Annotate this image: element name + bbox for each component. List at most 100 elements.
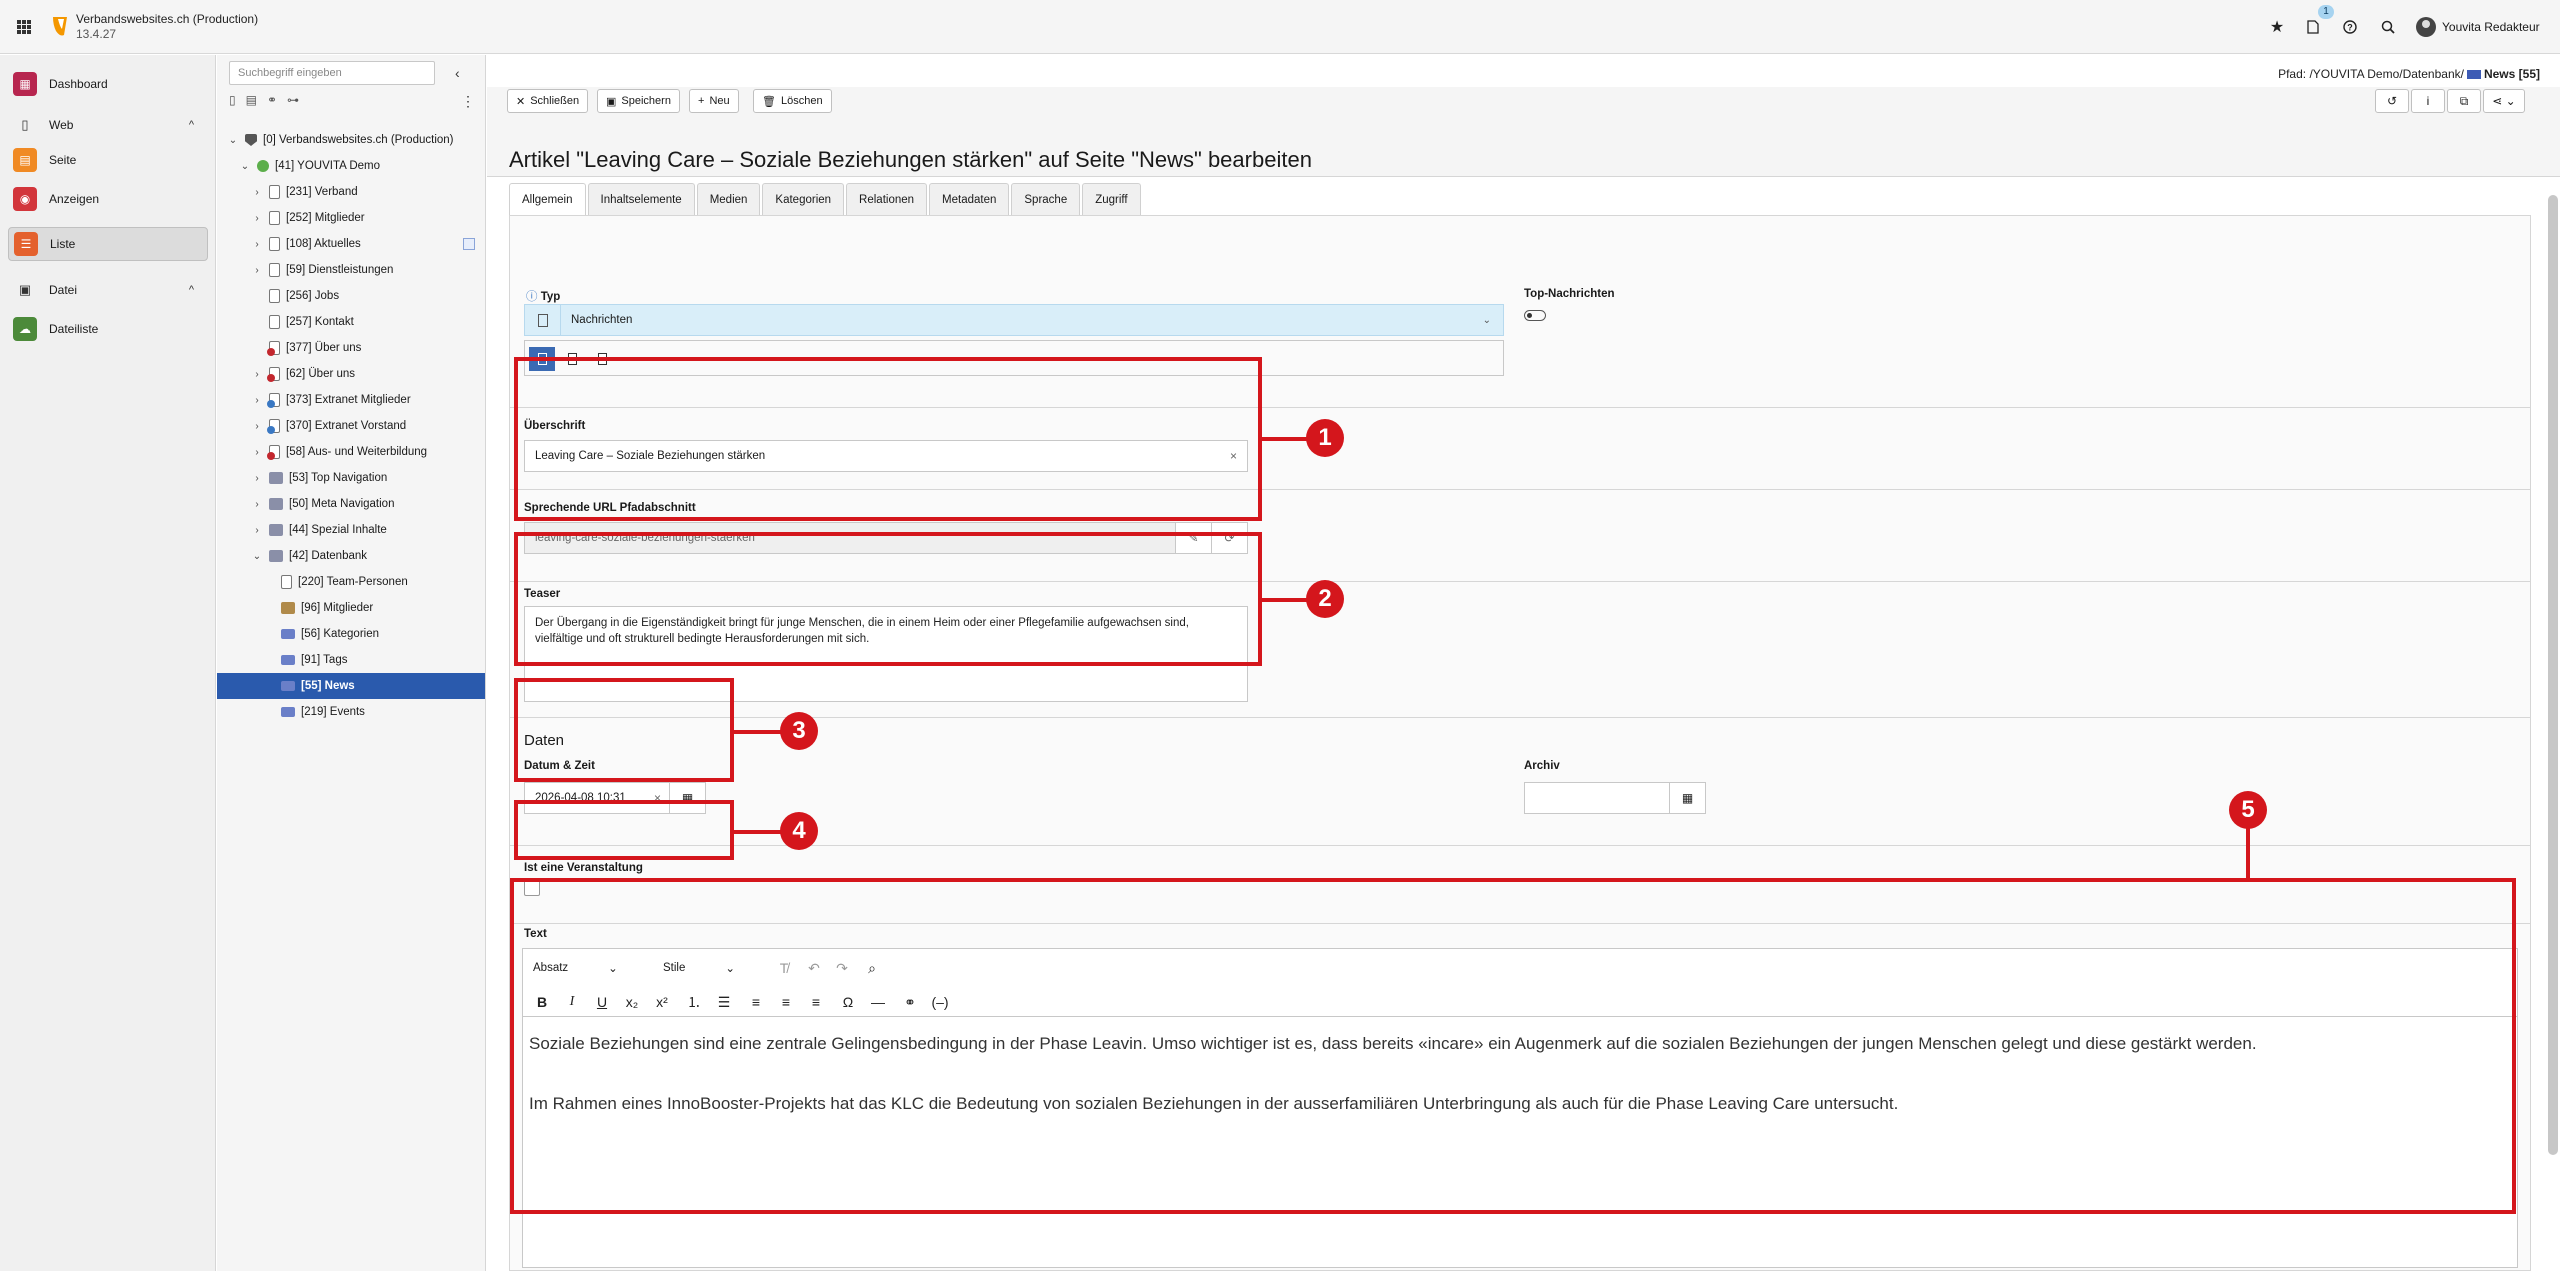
top-news-toggle[interactable] <box>1524 310 1546 321</box>
tree-node[interactable]: › [370] Extranet Vorstand <box>217 413 485 439</box>
module-group-datei[interactable]: ▣ Datei ^ <box>8 275 208 305</box>
tree-menu-icon[interactable]: ⋮ <box>461 93 475 110</box>
new-button[interactable]: + Neu <box>689 89 739 113</box>
tree-node[interactable]: ⌄ [0] Verbandswebsites.ch (Production) <box>217 127 485 153</box>
info-circle-icon: ⓘ <box>526 291 538 303</box>
module-label: Liste <box>50 237 76 251</box>
info-icon[interactable]: i <box>2411 89 2445 113</box>
calendar-icon[interactable]: ▦ <box>1669 783 1705 813</box>
tree-node-selected[interactable]: [55] News <box>217 673 485 699</box>
tree-search-input[interactable]: Suchbegriff eingeben <box>229 61 435 85</box>
module-anzeigen[interactable]: ◉ Anzeigen <box>8 182 208 216</box>
svg-text:?: ? <box>2347 23 2353 33</box>
save-button[interactable]: ▣ Speichern <box>597 89 680 113</box>
annotation-badge-5: 5 <box>2229 791 2267 829</box>
tab-zugriff[interactable]: Zugriff <box>1082 183 1141 215</box>
page-tree: Suchbegriff eingeben ‹ ▯ ▤ ⚭ ⊶ ⋮ ⌄ [0] Ve… <box>217 55 486 1271</box>
scrollbar[interactable] <box>2548 195 2558 1155</box>
annotation-box-4 <box>514 800 734 860</box>
annotation-box-2 <box>514 532 1262 666</box>
trash-icon: 🗑 <box>762 95 776 108</box>
tab-sprache[interactable]: Sprache <box>1011 183 1081 215</box>
tree-node[interactable]: › [373] Extranet Mitglieder <box>217 387 485 413</box>
module-group-label: Datei <box>49 283 78 297</box>
archive-input[interactable]: ▦ <box>1524 782 1706 814</box>
filelist-icon: ☁ <box>13 317 37 341</box>
search-icon[interactable] <box>2377 16 2399 38</box>
tree-node[interactable]: [257] Kontakt <box>217 309 485 335</box>
tree-node[interactable]: › [108] Aktuelles <box>217 231 485 257</box>
link-icon[interactable]: ⚭ <box>267 93 277 107</box>
share-icon[interactable]: ⋖ ⌄ <box>2483 89 2525 113</box>
tree-node[interactable]: [56] Kategorien <box>217 621 485 647</box>
tree-node[interactable]: › [231] Verband <box>217 179 485 205</box>
page-module-icon: ▤ <box>13 148 37 172</box>
tree-node[interactable]: [256] Jobs <box>217 283 485 309</box>
tree-node[interactable]: [219] Events <box>217 699 485 725</box>
module-dashboard[interactable]: ▦ Dashboard <box>8 67 208 101</box>
open-new-window-icon[interactable]: ⧉ <box>2447 89 2481 113</box>
tree-node[interactable]: [91] Tags <box>217 647 485 673</box>
archive-label: Archiv <box>1524 760 1560 772</box>
type-select[interactable]: Nachrichten ⌄ <box>524 304 1504 336</box>
module-label: Dateiliste <box>49 322 99 336</box>
open-documents-icon[interactable] <box>2302 16 2324 38</box>
tab-inhaltselemente[interactable]: Inhaltselemente <box>587 183 695 215</box>
tab-kategorien[interactable]: Kategorien <box>762 183 845 215</box>
tree-node[interactable]: › [58] Aus- und Weiterbildung <box>217 439 485 465</box>
chevron-up-icon: ^ <box>188 284 194 296</box>
module-grid-icon[interactable] <box>17 20 31 34</box>
tab-allgemein[interactable]: Allgemein <box>509 183 586 215</box>
tree-node[interactable]: [377] Über uns <box>217 335 485 361</box>
bookmark-star-icon[interactable]: ★ <box>2266 16 2288 38</box>
module-liste[interactable]: ☰ Liste <box>8 227 208 261</box>
module-label: Seite <box>49 153 77 167</box>
plugin-icon <box>463 238 475 250</box>
avatar <box>2416 17 2436 37</box>
history-icon[interactable]: ↺ <box>2375 89 2409 113</box>
site-version: 13.4.27 <box>76 27 117 41</box>
annotation-box-5 <box>510 878 2516 1214</box>
user-menu[interactable]: Youvita Redakteur <box>2416 17 2540 37</box>
save-icon: ▣ <box>606 95 617 108</box>
module-label: Dashboard <box>49 77 108 91</box>
separator-icon[interactable]: ⊶ <box>287 93 299 107</box>
tab-relationen[interactable]: Relationen <box>846 183 928 215</box>
delete-button[interactable]: 🗑 Löschen <box>753 89 832 113</box>
tab-medien[interactable]: Medien <box>696 183 761 215</box>
annotation-badge-4: 4 <box>780 812 818 850</box>
tree-node[interactable]: ⌄ [41] YOUVITA Demo <box>217 153 485 179</box>
filter-icon[interactable]: ▤ <box>246 93 257 107</box>
tree-node[interactable]: ⌄ [42] Datenbank <box>217 543 485 569</box>
tree-toolbar: ▯ ▤ ⚭ ⊶ <box>229 93 299 107</box>
tree-node[interactable]: [96] Mitglieder <box>217 595 485 621</box>
tree-node[interactable]: › [44] Spezial Inhalte <box>217 517 485 543</box>
collapse-tree-icon[interactable]: ‹ <box>455 65 460 81</box>
help-icon[interactable]: ? <box>2339 16 2361 38</box>
folder-icon <box>2466 70 2481 80</box>
top-news-label: Top-Nachrichten <box>1524 288 1615 300</box>
new-page-icon[interactable]: ▯ <box>229 93 236 107</box>
module-seite[interactable]: ▤ Seite <box>8 143 208 177</box>
tree-node[interactable]: › [50] Meta Navigation <box>217 491 485 517</box>
annotation-box-1 <box>514 357 1262 521</box>
close-button[interactable]: ✕ Schließen <box>507 89 589 113</box>
tree-node[interactable]: › [62] Über uns <box>217 361 485 387</box>
plus-icon: + <box>698 95 705 107</box>
tree-node[interactable]: › [53] Top Navigation <box>217 465 485 491</box>
annotation-badge-1: 1 <box>1306 419 1344 457</box>
annotation-connector <box>734 730 782 734</box>
tree-node[interactable]: [220] Team-Personen <box>217 569 485 595</box>
tab-metadaten[interactable]: Metadaten <box>929 183 1010 215</box>
module-dateiliste[interactable]: ☁ Dateiliste <box>8 312 208 346</box>
module-group-web[interactable]: ▯ Web ^ <box>8 110 208 140</box>
tree-node[interactable]: › [252] Mitglieder <box>217 205 485 231</box>
module-menu: ▦ Dashboard ▯ Web ^ ▤ Seite ◉ Anzeigen ☰… <box>0 55 216 1271</box>
list-icon: ☰ <box>14 232 38 256</box>
close-icon: ✕ <box>516 95 526 108</box>
annotation-badge-2: 2 <box>1306 580 1344 618</box>
event-label: Ist eine Veranstaltung <box>524 862 643 874</box>
annotation-connector <box>734 830 782 834</box>
page-title: Artikel "Leaving Care – Soziale Beziehun… <box>509 147 1312 172</box>
tree-node[interactable]: › [59] Dienstleistungen <box>217 257 485 283</box>
